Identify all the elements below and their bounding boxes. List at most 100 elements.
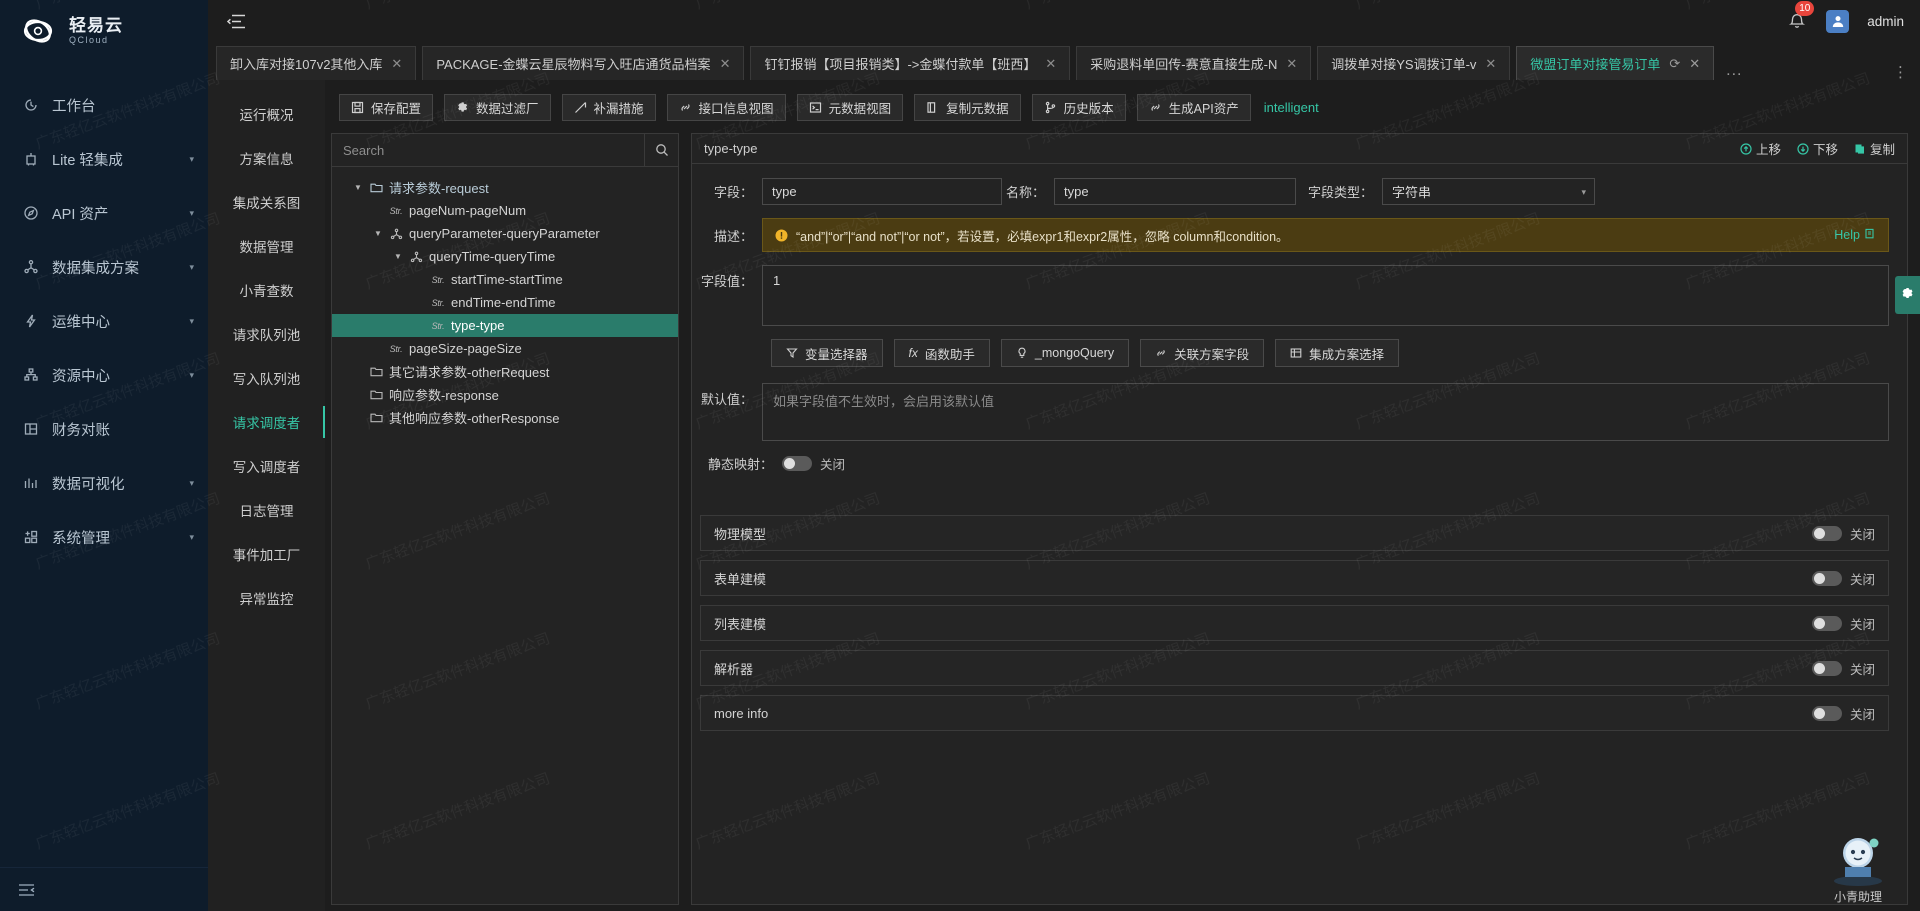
section-toggle[interactable]: 关闭: [1811, 704, 1875, 723]
submenu-item-query[interactable]: 小青查数: [208, 268, 325, 312]
settings-side-tab[interactable]: [1895, 276, 1920, 314]
tree-node[interactable]: Str. endTime-endTime: [332, 291, 678, 314]
section-physical-model[interactable]: 物理模型 关闭: [700, 515, 1889, 551]
default-value-textarea[interactable]: [762, 383, 1889, 441]
tab-item[interactable]: 调拨单对接YS调拨订单-v ✕: [1317, 46, 1511, 80]
section-toggle[interactable]: 关闭: [1811, 614, 1875, 633]
parameter-tree-pane: ▼ 请求参数-request Str. pageNum-pageNum ▼: [331, 133, 679, 905]
sidebar-item-data-integration[interactable]: 数据集成方案 ▾: [0, 240, 208, 294]
avatar[interactable]: [1826, 9, 1850, 33]
copy-metadata-button[interactable]: 复制元数据: [914, 94, 1021, 121]
tab-item[interactable]: 卸入库对接107v2其他入库 ✕: [216, 46, 417, 80]
close-icon[interactable]: ✕: [720, 56, 731, 72]
tab-item[interactable]: 采购退料单回传-赛意直接生成-N ✕: [1076, 46, 1312, 80]
field-value-textarea[interactable]: [762, 265, 1889, 326]
submenu-item-event-factory[interactable]: 事件加工厂: [208, 532, 325, 576]
close-icon[interactable]: ✕: [1286, 56, 1297, 72]
sidebar-item-resource-center[interactable]: 资源中心 ▾: [0, 348, 208, 402]
tree-node[interactable]: ▼ 请求参数-request: [332, 176, 678, 199]
submenu-item-plan-info[interactable]: 方案信息: [208, 136, 325, 180]
search-input[interactable]: [332, 134, 644, 166]
submenu-item-data-management[interactable]: 数据管理: [208, 224, 325, 268]
submenu-item-request-scheduler[interactable]: 请求调度者: [208, 400, 325, 444]
section-form-model[interactable]: 表单建模 关闭: [700, 560, 1889, 596]
sidebar-item-api-assets[interactable]: API 资产 ▾: [0, 186, 208, 240]
chevron-down-icon[interactable]: ▼: [390, 252, 406, 261]
related-plan-field-button[interactable]: 关联方案字段: [1140, 339, 1265, 367]
section-more-info[interactable]: more info 关闭: [700, 695, 1889, 731]
sidebar-item-label: API 资产: [52, 206, 109, 223]
sidebar-item-system[interactable]: 系统管理 ▾: [0, 510, 208, 564]
help-link[interactable]: Help: [1834, 228, 1876, 242]
submenu-item-write-scheduler[interactable]: 写入调度者: [208, 444, 325, 488]
section-toggle[interactable]: 关闭: [1811, 569, 1875, 588]
sidebar-item-ops-center[interactable]: 运维中心 ▾: [0, 294, 208, 348]
sidebar-item-workbench[interactable]: 工作台: [0, 78, 208, 132]
tab-overflow-icon[interactable]: ...: [1720, 62, 1748, 80]
tab-item[interactable]: PACKAGE-金蝶云星辰物料写入旺店通货品档案 ✕: [422, 46, 745, 80]
submenu-item-log-management[interactable]: 日志管理: [208, 488, 325, 532]
detail-body: 字段： 名称： 字段类型： 字符串 ▾: [692, 164, 1907, 904]
field-input[interactable]: [762, 178, 1002, 205]
close-icon[interactable]: ✕: [1485, 56, 1496, 72]
name-input[interactable]: [1054, 178, 1296, 205]
collapse-menu-icon[interactable]: [224, 8, 250, 34]
tree-node[interactable]: 响应参数-response: [332, 383, 678, 406]
submenu-item-overview[interactable]: 运行概况: [208, 92, 325, 136]
link-icon: [679, 101, 692, 114]
tree-node[interactable]: Str. pageNum-pageNum: [332, 199, 678, 222]
history-version-button[interactable]: 历史版本: [1031, 94, 1126, 121]
integration-plan-select-button[interactable]: 集成方案选择: [1275, 339, 1400, 367]
tab-item-active[interactable]: 微盟订单对接管易订单 ⟳ ✕: [1516, 46, 1715, 80]
sidebar-item-visualization[interactable]: 数据可视化 ▾: [0, 456, 208, 510]
brand-logo-area[interactable]: 轻易云 QCloud: [0, 0, 208, 62]
save-config-button[interactable]: 保存配置: [339, 94, 434, 121]
mongo-query-button[interactable]: _mongoQuery: [1000, 339, 1130, 367]
patch-measure-button[interactable]: 补漏措施: [561, 94, 656, 121]
lite-box-icon: [22, 151, 39, 168]
field-type-select[interactable]: 字符串 ▾: [1382, 178, 1595, 205]
tree-node[interactable]: Str. pageSize-pageSize: [332, 337, 678, 360]
assistant-widget[interactable]: 小青助理: [1810, 831, 1906, 905]
chevron-down-icon[interactable]: ▼: [350, 183, 366, 192]
chevron-down-icon[interactable]: ▼: [370, 229, 386, 238]
move-down-button[interactable]: 下移: [1797, 139, 1838, 158]
close-icon[interactable]: ✕: [1689, 56, 1700, 72]
tree-node[interactable]: ▼ queryTime-queryTime: [332, 245, 678, 268]
sidebar-item-finance[interactable]: 财务对账: [0, 402, 208, 456]
tree-node[interactable]: ▼ queryParameter-queryParameter: [332, 222, 678, 245]
submenu-item-write-queue[interactable]: 写入队列池: [208, 356, 325, 400]
tab-menu-icon[interactable]: ⋮: [1885, 65, 1916, 80]
tree-node[interactable]: 其他响应参数-otherResponse: [332, 406, 678, 429]
close-icon[interactable]: ✕: [391, 56, 402, 72]
submenu-item-request-queue[interactable]: 请求队列池: [208, 312, 325, 356]
section-toggle[interactable]: 关闭: [1811, 524, 1875, 543]
variable-selector-button[interactable]: 变量选择器: [771, 339, 883, 367]
sidebar-collapse-button[interactable]: [0, 867, 208, 911]
section-toggle[interactable]: 关闭: [1811, 659, 1875, 678]
sidebar-item-lite[interactable]: Lite 轻集成 ▾: [0, 132, 208, 186]
move-up-button[interactable]: 上移: [1740, 139, 1781, 158]
tab-item[interactable]: 钉钉报销【项目报销类】->金蝶付款单【班西】 ✕: [750, 46, 1071, 80]
submenu-item-relation-graph[interactable]: 集成关系图: [208, 180, 325, 224]
interface-info-view-button[interactable]: 接口信息视图: [666, 94, 786, 121]
generate-api-asset-button[interactable]: 生成API资产: [1136, 94, 1251, 121]
section-list-model[interactable]: 列表建模 关闭: [700, 605, 1889, 641]
search-icon[interactable]: [644, 134, 678, 166]
fx-icon: fx: [908, 346, 918, 360]
metadata-view-button[interactable]: 元数据视图: [796, 94, 904, 121]
share-nodes-icon: [22, 259, 39, 276]
close-icon[interactable]: ✕: [1045, 56, 1056, 72]
tree-node-selected[interactable]: Str. type-type: [332, 314, 678, 337]
notification-bell[interactable]: 10: [1786, 1, 1815, 32]
intelligent-link[interactable]: intelligent: [1264, 100, 1319, 115]
section-parser[interactable]: 解析器 关闭: [700, 650, 1889, 686]
data-filter-factory-button[interactable]: 数据过滤厂: [444, 94, 551, 121]
reload-icon[interactable]: ⟳: [1669, 56, 1680, 72]
tree-node[interactable]: Str. startTime-startTime: [332, 268, 678, 291]
copy-field-button[interactable]: 复制: [1854, 139, 1895, 158]
static-mapping-toggle[interactable]: 关闭: [782, 454, 845, 473]
tree-node[interactable]: 其它请求参数-otherRequest: [332, 360, 678, 383]
submenu-item-exception-monitor[interactable]: 异常监控: [208, 576, 325, 620]
function-helper-button[interactable]: fx 函数助手: [893, 339, 990, 367]
